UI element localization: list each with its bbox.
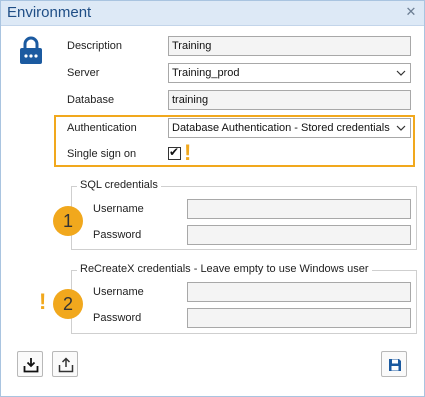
server-label: Server <box>67 67 100 79</box>
export-button[interactable] <box>52 351 78 377</box>
recreatex-username-field[interactable] <box>187 282 411 302</box>
title-bar: Environment ✕ <box>1 1 424 26</box>
step-badge-1: 1 <box>53 206 83 236</box>
sql-credentials-legend: SQL credentials <box>77 179 161 191</box>
warning-marker: ! <box>184 140 192 165</box>
export-icon <box>58 357 74 373</box>
database-field[interactable]: training <box>168 90 411 110</box>
authentication-label: Authentication <box>67 122 137 134</box>
authentication-select[interactable]: Database Authentication - Stored credent… <box>168 118 411 138</box>
recreatex-password-label: Password <box>93 312 142 324</box>
save-button[interactable] <box>381 351 407 377</box>
import-icon <box>23 358 39 373</box>
chevron-down-icon <box>396 125 406 131</box>
sql-username-field[interactable] <box>187 199 411 219</box>
recreatex-credentials-legend: ReCreateX credentials - Leave empty to u… <box>77 263 372 275</box>
authentication-select-value: Database Authentication - Stored credent… <box>172 122 390 134</box>
environment-dialog: Environment ✕ Description Training Serve… <box>0 0 425 397</box>
server-select[interactable]: Training_prod <box>168 63 411 83</box>
sql-username-label: Username <box>93 203 144 215</box>
import-button[interactable] <box>17 351 43 377</box>
close-icon[interactable]: ✕ <box>403 4 419 20</box>
dialog-title: Environment <box>7 4 92 21</box>
lock-icon <box>20 36 42 64</box>
sql-password-label: Password <box>93 229 142 241</box>
description-field[interactable]: Training <box>168 36 411 56</box>
sso-checkbox[interactable]: ✔ <box>168 145 181 160</box>
checkmark-icon: ✔ <box>169 145 180 159</box>
sql-password-field[interactable] <box>187 225 411 245</box>
server-select-value: Training_prod <box>172 67 240 79</box>
description-label: Description <box>67 40 123 52</box>
recreatex-password-field[interactable] <box>187 308 411 328</box>
chevron-down-icon <box>396 70 406 76</box>
save-icon <box>389 359 401 371</box>
database-label: Database <box>67 94 115 106</box>
recreatex-username-label: Username <box>93 286 144 298</box>
warning-marker: ! <box>39 289 47 314</box>
step-badge-2: 2 <box>53 289 83 319</box>
sso-label: Single sign on <box>67 148 137 160</box>
